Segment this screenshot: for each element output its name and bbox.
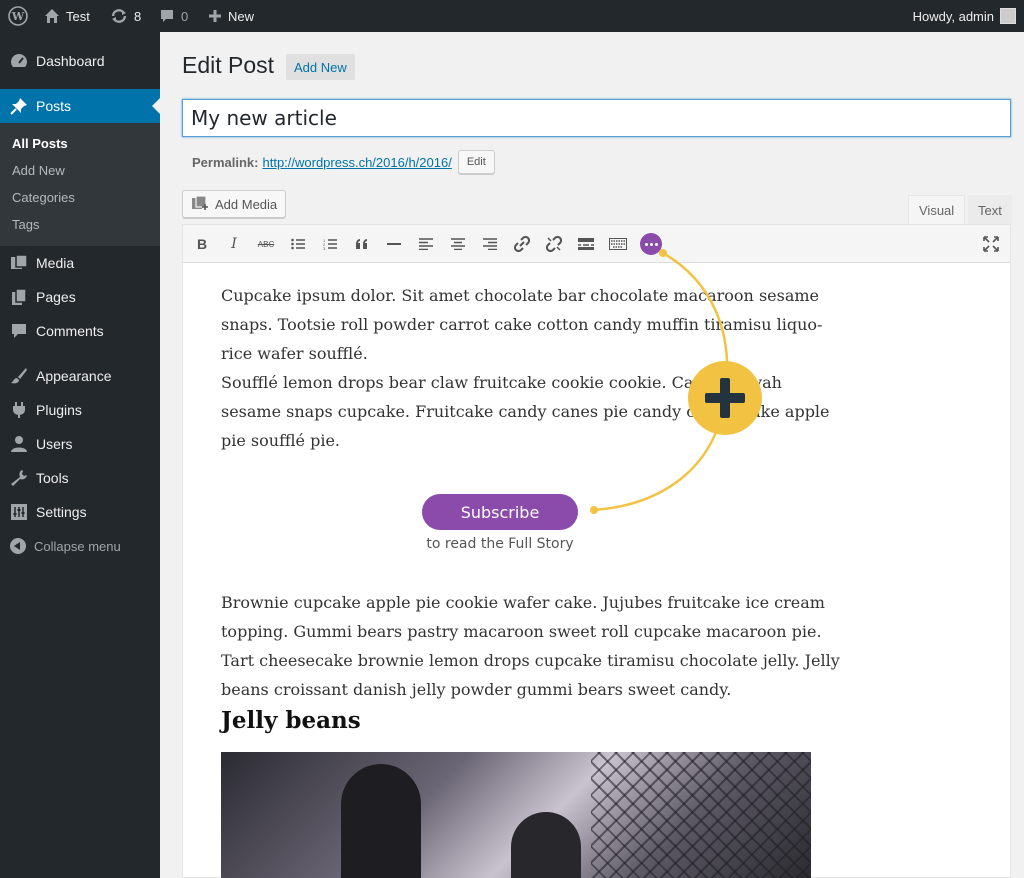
musician-figure: [511, 812, 581, 878]
submenu-tags[interactable]: Tags: [12, 217, 39, 232]
add-new-button[interactable]: Add New: [286, 54, 355, 80]
submenu-all-posts[interactable]: All Posts: [12, 136, 68, 151]
howdy-text: Howdy, admin: [912, 8, 994, 24]
submenu-categories[interactable]: Categories: [12, 190, 75, 205]
plus-icon: [208, 9, 222, 23]
read-more-icon[interactable]: [575, 233, 597, 255]
collapse-menu-button[interactable]: Collapse menu: [10, 538, 121, 554]
sidebar-item-appearance[interactable]: Appearance: [0, 359, 160, 393]
wordpress-logo-icon[interactable]: W: [8, 0, 28, 32]
toolbar-toggle-icon[interactable]: [607, 233, 629, 255]
updates-icon: [110, 8, 128, 24]
comments-link[interactable]: 0: [159, 0, 188, 32]
paragraph: Cupcake ipsum dolor. Sit amet chocolate …: [221, 286, 823, 363]
post-title-input[interactable]: [182, 99, 1011, 137]
editor[interactable]: B I ABC 123 Cupcake ipsum dolor. Sit ame…: [182, 224, 1011, 878]
subscribe-subtext: to read the Full Story: [426, 536, 574, 552]
site-name: Test: [66, 8, 90, 24]
tab-text[interactable]: Text: [968, 195, 1012, 225]
collapse-arrow-icon: [10, 538, 26, 554]
dashboard-icon: [10, 52, 28, 70]
add-media-button[interactable]: Add Media: [182, 190, 287, 218]
updates-link[interactable]: 8: [110, 0, 141, 32]
blockquote-icon[interactable]: [351, 233, 373, 255]
unlink-icon[interactable]: [543, 233, 565, 255]
account-menu[interactable]: Howdy, admin: [913, 0, 1016, 32]
new-label: New: [228, 8, 255, 24]
editor-toolbar: B I ABC 123: [183, 225, 1010, 263]
sidebar-item-label: Settings: [36, 504, 87, 520]
plugin-icon: [10, 401, 28, 419]
pages-icon: [10, 288, 28, 306]
sidebar-item-label: Dashboard: [36, 53, 105, 69]
sidebar-item-label: Appearance: [36, 368, 112, 384]
updates-count: 8: [134, 8, 142, 24]
sidebar-item-label: Posts: [36, 98, 72, 114]
permalink-label: Permalink:: [192, 154, 259, 170]
page-title: Edit Post: [182, 52, 275, 78]
horizontal-line-icon[interactable]: [383, 233, 405, 255]
sidebar-item-label: Media: [36, 255, 75, 271]
bullet-list-icon[interactable]: [287, 233, 309, 255]
users-icon: [10, 435, 28, 453]
sidebar-item-users[interactable]: Users: [0, 427, 160, 461]
more-options-icon[interactable]: [640, 233, 662, 255]
wrench-icon: [10, 469, 28, 487]
align-left-icon[interactable]: [415, 233, 437, 255]
collapse-label: Collapse menu: [34, 538, 121, 554]
italic-icon[interactable]: I: [223, 233, 245, 255]
pin-icon: [10, 97, 28, 115]
svg-text:W: W: [11, 10, 25, 23]
admin-sidebar: Dashboard Posts All Posts Add New Catego…: [0, 32, 160, 878]
permalink-url[interactable]: http://wordpress.ch/2016/h/2016/: [262, 155, 451, 170]
sidebar-item-pages[interactable]: Pages: [0, 280, 160, 314]
site-name-link[interactable]: Test: [44, 0, 90, 32]
sidebar-item-label: Comments: [36, 323, 104, 339]
new-content-link[interactable]: New: [208, 0, 254, 32]
sidebar-item-label: Users: [36, 436, 73, 452]
comments-count: 0: [181, 8, 189, 24]
align-center-icon[interactable]: [447, 233, 469, 255]
plus-callout-icon: [688, 361, 762, 435]
strikethrough-icon[interactable]: ABC: [255, 233, 277, 255]
sidebar-item-settings[interactable]: Settings: [0, 495, 160, 529]
stage-truss: [591, 752, 811, 878]
sidebar-item-tools[interactable]: Tools: [0, 461, 160, 495]
sidebar-item-label: Plugins: [36, 402, 82, 418]
comment-bubble-icon: [159, 8, 175, 24]
fullscreen-icon[interactable]: [980, 233, 1002, 255]
sidebar-item-label: Pages: [36, 289, 76, 305]
home-icon: [44, 8, 60, 24]
posts-submenu: All Posts Add New Categories Tags: [0, 123, 160, 246]
svg-text:3: 3: [323, 246, 326, 250]
content-heading: Jelly beans: [221, 707, 361, 734]
sidebar-item-media[interactable]: Media: [0, 246, 160, 280]
permalink-row: Permalink: http://wordpress.ch/2016/h/20…: [192, 150, 495, 174]
subscribe-button[interactable]: Subscribe: [422, 494, 578, 530]
tab-visual[interactable]: Visual: [908, 195, 966, 225]
link-icon[interactable]: [511, 233, 533, 255]
sidebar-item-plugins[interactable]: Plugins: [0, 393, 160, 427]
align-right-icon[interactable]: [479, 233, 501, 255]
sidebar-item-dashboard[interactable]: Dashboard: [0, 44, 160, 78]
add-media-icon: [191, 194, 209, 214]
concert-image[interactable]: [221, 752, 811, 878]
edit-permalink-button[interactable]: Edit: [457, 150, 495, 174]
avatar: [1000, 8, 1016, 24]
paintbrush-icon: [10, 367, 28, 385]
settings-icon: [10, 503, 28, 521]
admin-bar: W Test 8 0 New Howdy, admin: [0, 0, 1024, 32]
submenu-add-new[interactable]: Add New: [12, 163, 65, 178]
media-icon: [10, 254, 28, 272]
sidebar-item-label: Tools: [36, 470, 69, 486]
numbered-list-icon[interactable]: 123: [319, 233, 341, 255]
comments-icon: [10, 322, 28, 340]
bold-icon[interactable]: B: [191, 233, 213, 255]
sidebar-item-posts[interactable]: Posts: [0, 89, 160, 123]
paragraph: Brownie cupcake apple pie cookie wafer c…: [221, 593, 840, 699]
musician-figure: [341, 764, 421, 878]
add-media-label: Add Media: [215, 196, 278, 212]
sidebar-item-comments[interactable]: Comments: [0, 314, 160, 348]
